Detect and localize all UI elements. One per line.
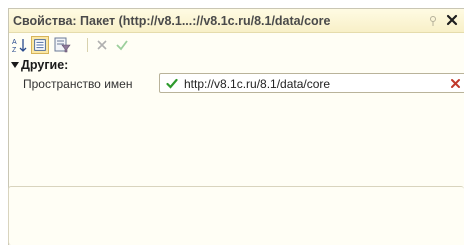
clear-icon[interactable] [450,78,461,89]
description-area [8,186,464,245]
toolbar: A Z [9,34,464,56]
close-icon[interactable] [445,13,459,27]
delete-icon[interactable] [93,36,111,54]
expand-arrow-icon[interactable] [11,62,19,68]
toolbar-separator [87,38,88,52]
apply-check-icon[interactable] [113,36,131,54]
check-icon [166,78,178,89]
pin-icon[interactable] [429,16,437,26]
svg-text:A: A [12,39,17,46]
window-title: Свойства: Пакет (http://v8.1...://v8.1c.… [13,14,331,28]
property-label-namespace: Пространство имен [23,77,133,91]
filter-icon[interactable] [53,36,71,54]
svg-text:Z: Z [12,47,17,54]
sort-az-icon[interactable]: A Z [11,36,29,54]
namespace-value-field[interactable]: http://v8.1c.ru/8.1/data/core [159,73,464,93]
categories-view-icon[interactable] [31,36,49,54]
title-bar: Свойства: Пакет (http://v8.1...://v8.1c.… [9,9,464,33]
namespace-value: http://v8.1c.ru/8.1/data/core [184,77,331,91]
group-label: Другие: [21,58,69,72]
